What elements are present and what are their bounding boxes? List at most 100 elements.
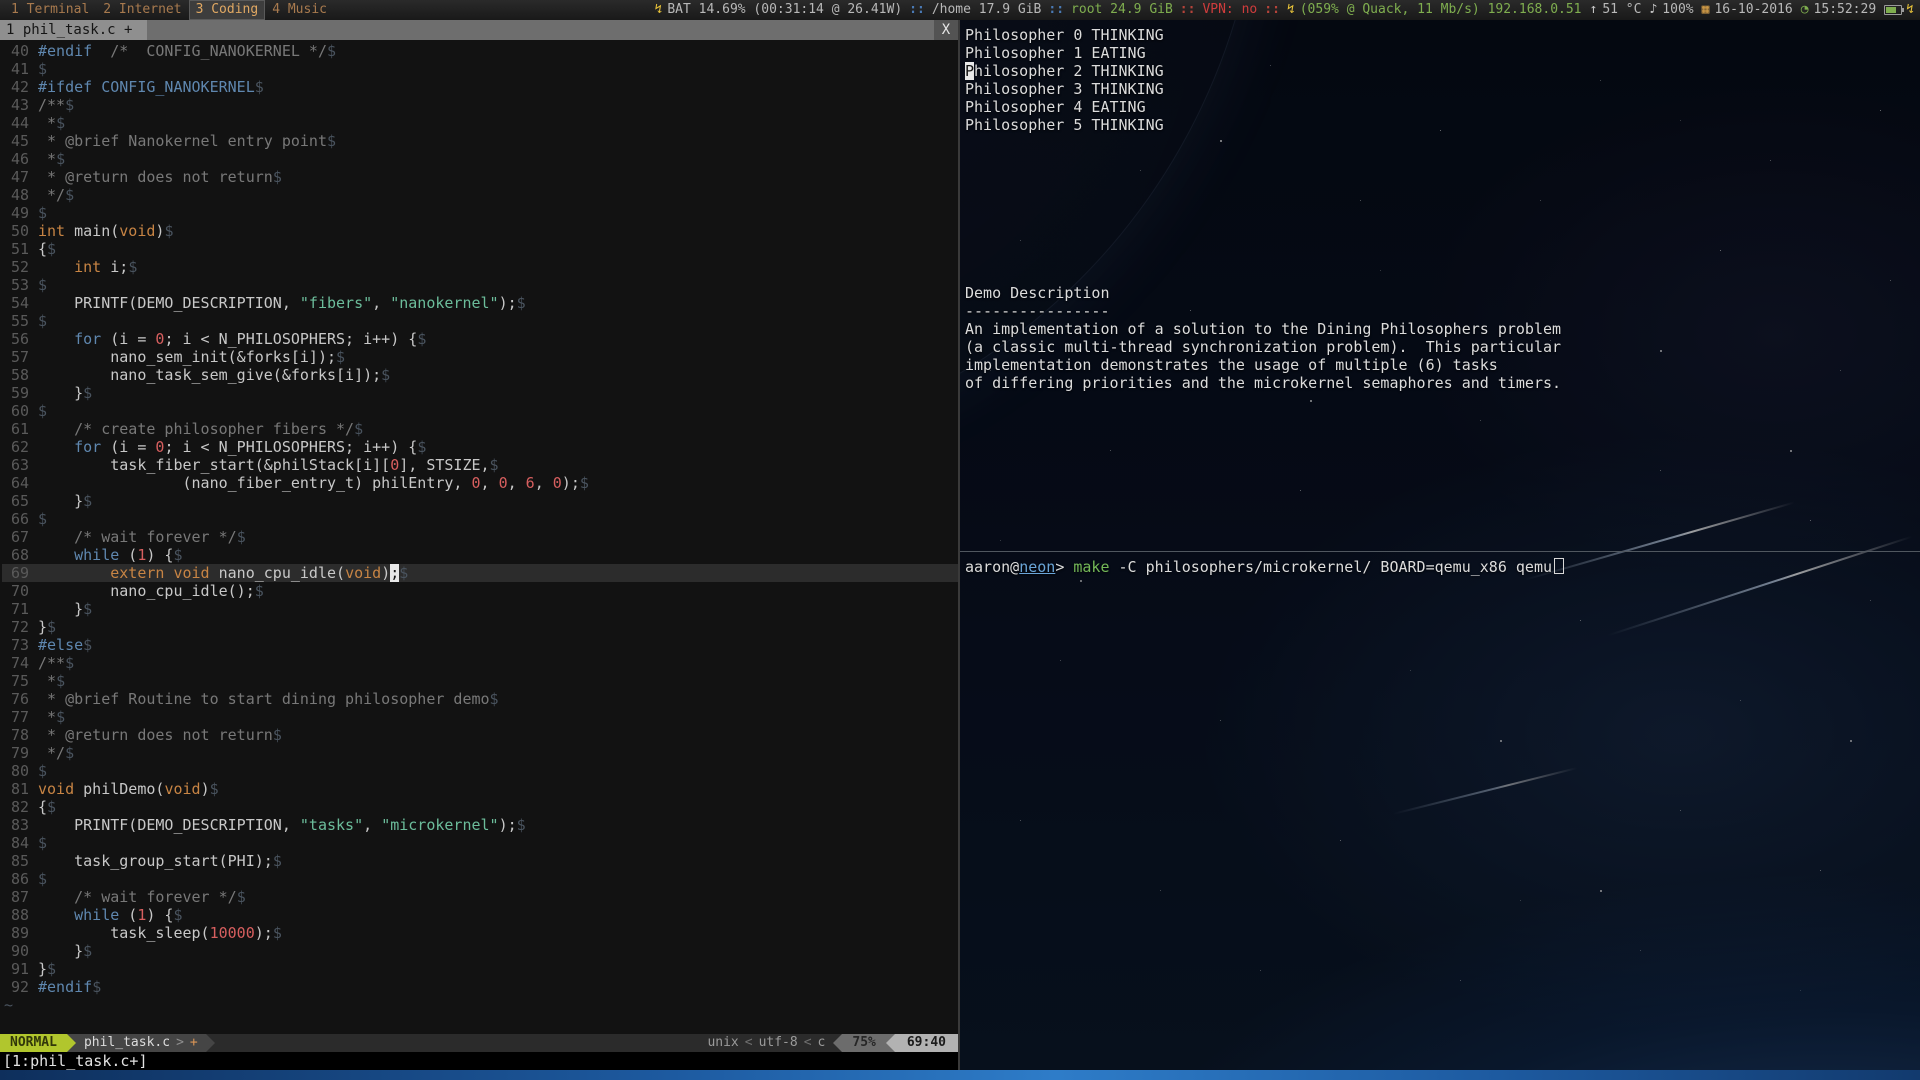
shell-pane[interactable]: aaron@neon> make -C philosophers/microke… — [960, 552, 1920, 1070]
line-number: 77 — [2, 708, 29, 726]
code-line: 63 task_fiber_start(&philStack[i][0], ST… — [2, 456, 958, 474]
code-line: 91}$ — [2, 960, 958, 978]
workspace-coding[interactable]: 3 Coding — [189, 0, 266, 20]
code-line: 70 nano_cpu_idle();$ — [2, 582, 958, 600]
powerline-arrow-icon — [206, 1034, 215, 1052]
line-number: 48 — [2, 186, 29, 204]
code-line: 60$ — [2, 402, 958, 420]
statusline-spacer — [215, 1034, 700, 1052]
statusline-filename: phil_task.c — [84, 1035, 170, 1050]
philosopher-output: Philosopher 0 THINKINGPhilosopher 1 EATI… — [960, 20, 1920, 134]
code-line: 50int main(void)$ — [2, 222, 958, 240]
line-number: 89 — [2, 924, 29, 942]
code-line: 88 while (1) {$ — [2, 906, 958, 924]
prompt-line[interactable]: aaron@neon> make -C philosophers/microke… — [960, 552, 1920, 576]
workspace-terminal[interactable]: 1 Terminal — [4, 0, 96, 20]
code-line: 43/**$ — [2, 96, 958, 114]
line-number: 67 — [2, 528, 29, 546]
code-line: 51{$ — [2, 240, 958, 258]
code-line: 53$ — [2, 276, 958, 294]
line-number: 84 — [2, 834, 29, 852]
line-number: 54 — [2, 294, 29, 312]
line-number: 64 — [2, 474, 29, 492]
clock-icon: ◔ — [1797, 0, 1810, 20]
code-line: 82{$ — [2, 798, 958, 816]
close-icon[interactable]: X — [934, 20, 958, 40]
line-number: 79 — [2, 744, 29, 762]
code-line: 71 }$ — [2, 600, 958, 618]
line-number: 45 — [2, 132, 29, 150]
code-line: 86$ — [2, 870, 958, 888]
line-number: 56 — [2, 330, 29, 348]
code-line: 73#else$ — [2, 636, 958, 654]
line-number: 50 — [2, 222, 29, 240]
modified-flag: + — [190, 1035, 198, 1050]
empty-line-marker: ~ — [2, 996, 958, 1014]
code-line: 66$ — [2, 510, 958, 528]
code-line: 42#ifdef CONFIG_NANOKERNEL$ — [2, 78, 958, 96]
philosopher-status-line: Philosopher 1 EATING — [965, 44, 1920, 62]
screen: 1 Terminal2 Internet3 Coding4 Music ↯BAT… — [0, 0, 1920, 1080]
code-line: 79 */$ — [2, 744, 958, 762]
workspace-music[interactable]: 4 Music — [265, 0, 334, 20]
line-number: 58 — [2, 366, 29, 384]
status-item: 16-10-2016 — [1710, 0, 1796, 20]
line-number: 68 — [2, 546, 29, 564]
line-number: 60 — [2, 402, 29, 420]
line-number: 72 — [2, 618, 29, 636]
code-line: 87 /* wait forever */$ — [2, 888, 958, 906]
status-separator: :: — [1177, 0, 1199, 20]
qemu-output-pane[interactable]: Philosopher 0 THINKINGPhilosopher 1 EATI… — [960, 20, 1920, 552]
line-number: 83 — [2, 816, 29, 834]
line-number: 75 — [2, 672, 29, 690]
code-line: 45 * @brief Nanokernel entry point$ — [2, 132, 958, 150]
code-line: 65 }$ — [2, 492, 958, 510]
code-area[interactable]: 40#endif /* CONFIG_NANOKERNEL */$41$42#i… — [0, 40, 958, 1034]
status-separator: :: — [1045, 0, 1067, 20]
pane-cursor: P — [965, 62, 974, 80]
status-segments: ↯BAT 14.69% (00:31:14 @ 26.41W)::/home 1… — [651, 0, 1881, 20]
line-number: 81 — [2, 780, 29, 798]
status-item: BAT 14.69% (00:31:14 @ 26.41W) — [663, 0, 906, 20]
line-number: 40 — [2, 42, 29, 60]
chevron-left-icon: < — [798, 1035, 818, 1050]
code-line: 56 for (i = 0; i < N_PHILOSOPHERS; i++) … — [2, 330, 958, 348]
workspaces: 1 Terminal2 Internet3 Coding4 Music — [0, 0, 334, 20]
code-line: 58 nano_task_sem_give(&forks[i]);$ — [2, 366, 958, 384]
line-number: 47 — [2, 168, 29, 186]
philosopher-status-line: Philosopher 5 THINKING — [965, 116, 1920, 134]
code-line: 57 nano_sem_init(&forks[i]);$ — [2, 348, 958, 366]
code-line: 67 /* wait forever */$ — [2, 528, 958, 546]
power-icon: ↯ — [1906, 0, 1920, 20]
powerline-arrow-icon — [886, 1034, 895, 1052]
scroll-percent: 75% — [842, 1034, 885, 1052]
powerline-arrow-icon — [67, 1034, 76, 1052]
tab-phil-task[interactable]: 1 phil_task.c + — [0, 20, 147, 40]
workspace-internet[interactable]: 2 Internet — [96, 0, 188, 20]
code-line: 41$ — [2, 60, 958, 78]
line-number: 65 — [2, 492, 29, 510]
line-number: 46 — [2, 150, 29, 168]
code-line: 89 task_sleep(10000);$ — [2, 924, 958, 942]
code-line: 84$ — [2, 834, 958, 852]
code-line: 49$ — [2, 204, 958, 222]
line-number: 51 — [2, 240, 29, 258]
terminal-pane: Philosopher 0 THINKINGPhilosopher 1 EATI… — [960, 20, 1920, 1070]
cursor-position: 69:40 — [895, 1034, 958, 1052]
line-number: 74 — [2, 654, 29, 672]
code-line: 85 task_group_start(PHI);$ — [2, 852, 958, 870]
line-number: 91 — [2, 960, 29, 978]
bolt-icon: ↯ — [651, 0, 664, 20]
battery-icon — [1884, 5, 1902, 15]
line-number: 49 — [2, 204, 29, 222]
tabline-fill — [147, 20, 934, 40]
line-number: 63 — [2, 456, 29, 474]
philosopher-status-line: Philosopher 2 THINKING — [965, 62, 1920, 80]
line-number: 76 — [2, 690, 29, 708]
line-number: 55 — [2, 312, 29, 330]
code-line: 81void philDemo(void)$ — [2, 780, 958, 798]
line-number: 71 — [2, 600, 29, 618]
code-line: 62 for (i = 0; i < N_PHILOSOPHERS; i++) … — [2, 438, 958, 456]
status-item: 51 °C — [1598, 0, 1645, 20]
encoding: utf-8 — [759, 1035, 798, 1050]
